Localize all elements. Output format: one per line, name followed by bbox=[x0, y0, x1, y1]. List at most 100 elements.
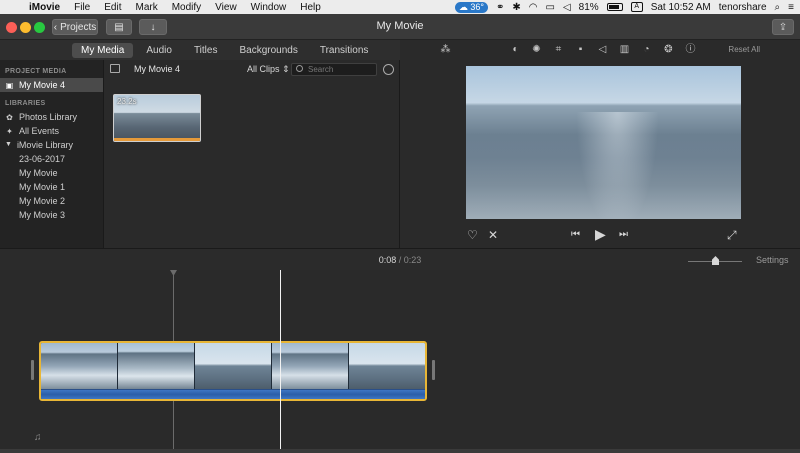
speed-icon[interactable]: ◔ bbox=[641, 44, 652, 55]
share-button[interactable]: ⇪ bbox=[772, 19, 794, 35]
photos-icon: ✿ bbox=[6, 112, 13, 122]
clip-frame bbox=[41, 343, 118, 389]
menu-edit[interactable]: Edit bbox=[97, 2, 128, 13]
skip-forward-icon[interactable]: ⏭ bbox=[619, 228, 628, 242]
input-source-icon[interactable]: A bbox=[630, 2, 643, 12]
playhead[interactable] bbox=[280, 270, 281, 453]
status-tray: ☁ 36° ⚭ ✱ ◠ ▭ ◁ 81% A Sat 10:52 AM tenor… bbox=[454, 1, 800, 13]
menu-file[interactable]: File bbox=[67, 2, 97, 13]
wifi-icon[interactable]: ◠ bbox=[529, 2, 538, 13]
spotlight-icon[interactable]: ⌕ bbox=[775, 2, 781, 13]
sidebar-item-label: iMovie Library bbox=[16, 140, 73, 150]
volume-icon[interactable]: ◁ bbox=[597, 44, 608, 55]
skip-back-icon[interactable]: ⏮ bbox=[571, 228, 580, 242]
video-preview[interactable] bbox=[466, 66, 741, 219]
fullscreen-icon[interactable]: ⤢ bbox=[727, 228, 737, 242]
sidebar-item-all-events[interactable]: ✦ All Events bbox=[0, 124, 103, 138]
color-correction-icon[interactable]: ✺ bbox=[531, 44, 542, 55]
menu-view[interactable]: View bbox=[208, 2, 244, 13]
media-clip-thumbnail[interactable]: 23.2s bbox=[113, 94, 201, 142]
clip-filter-icon[interactable]: ❂ bbox=[663, 44, 674, 55]
search-placeholder: Search bbox=[308, 65, 334, 74]
cloud-weather-badge[interactable]: ☁ 36° bbox=[454, 1, 488, 13]
sidebar-item-event[interactable]: 23-06-2017 bbox=[0, 152, 103, 166]
project-media-heading: PROJECT MEDIA bbox=[5, 68, 67, 75]
clip-trim-left-handle[interactable] bbox=[31, 360, 34, 380]
sidebar-item-event[interactable]: My Movie 3 bbox=[0, 208, 103, 222]
clip-filter-label: All Clips bbox=[247, 63, 280, 74]
search-input[interactable]: Search bbox=[291, 63, 377, 76]
disclosure-triangle-icon[interactable]: ▼ bbox=[5, 138, 12, 152]
battery-icon bbox=[606, 3, 623, 11]
tab-backgrounds[interactable]: Backgrounds bbox=[230, 43, 306, 58]
clock[interactable]: Sat 10:52 AM bbox=[651, 2, 711, 13]
audio-waveform bbox=[41, 389, 425, 399]
stabilization-icon[interactable]: ▪ bbox=[575, 44, 586, 55]
tab-titles[interactable]: Titles bbox=[185, 43, 227, 58]
timeline[interactable]: ♫ bbox=[0, 270, 800, 453]
timeline-scrollbar[interactable] bbox=[0, 449, 800, 453]
notification-center-icon[interactable]: ≡ bbox=[788, 2, 794, 13]
timeline-settings-button[interactable]: Settings bbox=[756, 255, 789, 265]
total-time: 0:23 bbox=[403, 255, 422, 265]
clip-frame bbox=[272, 343, 349, 389]
color-balance-icon[interactable]: ◐ bbox=[510, 44, 521, 55]
menu-modify[interactable]: Modify bbox=[165, 2, 208, 13]
window-toolbar: ‹ Projects ▤ ↓ My Movie ⇪ bbox=[0, 14, 800, 40]
clip-trim-right-handle[interactable] bbox=[432, 360, 435, 380]
filter-clock-icon[interactable] bbox=[383, 64, 394, 75]
tab-audio[interactable]: Audio bbox=[137, 43, 181, 58]
link-icon[interactable]: ⚭ bbox=[496, 2, 504, 13]
menu-app-name[interactable]: iMovie bbox=[22, 2, 67, 13]
browser-tabs: My Media Audio Titles Backgrounds Transi… bbox=[0, 40, 400, 60]
sidebar-item-imovie-library[interactable]: ▼ iMovie Library bbox=[0, 138, 103, 152]
updown-chevron-icon: ⇕ bbox=[282, 63, 290, 74]
adjustments-toolbar: ⁂ ◐ ✺ ⌗ ▪ ◁ ▥ ◔ ❂ ⓘ Reset All bbox=[400, 40, 800, 60]
sidebar-toggle-icon[interactable] bbox=[110, 64, 120, 73]
viewer-panel: ⁂ ◐ ✺ ⌗ ▪ ◁ ▥ ◔ ❂ ⓘ Reset All ♡ ✕ ⏮ ▶ ⏭ … bbox=[400, 40, 800, 248]
menu-mark[interactable]: Mark bbox=[128, 2, 164, 13]
film-icon: ▣ bbox=[5, 80, 14, 90]
timeline-header: 0:08 / 0:23 Settings bbox=[0, 248, 800, 270]
crop-icon[interactable]: ⌗ bbox=[553, 44, 564, 55]
sidebar-item-project[interactable]: ▣ My Movie 4 bbox=[0, 78, 103, 92]
star-icon: ✦ bbox=[6, 126, 13, 136]
clip-frame bbox=[349, 343, 425, 389]
library-sidebar: PROJECT MEDIA ▣ My Movie 4 LIBRARIES ✿ P… bbox=[0, 60, 104, 248]
weather-temp: 36° bbox=[470, 1, 484, 12]
music-note-icon: ♫ bbox=[34, 432, 42, 443]
sidebar-item-photos-library[interactable]: ✿ Photos Library bbox=[0, 110, 103, 124]
noise-reduction-icon[interactable]: ▥ bbox=[619, 44, 630, 55]
reject-icon[interactable]: ✕ bbox=[488, 228, 498, 242]
browser-header: My Movie 4 All Clips ⇕ Search bbox=[104, 60, 399, 78]
reset-all-button[interactable]: Reset All bbox=[728, 45, 760, 54]
clip-used-bar bbox=[114, 138, 200, 141]
sidebar-item-event[interactable]: My Movie 1 bbox=[0, 180, 103, 194]
user-name[interactable]: tenorshare bbox=[719, 2, 767, 13]
sidebar-item-label: All Events bbox=[19, 126, 60, 136]
play-icon[interactable]: ▶ bbox=[595, 227, 606, 241]
menu-bar: iMovie File Edit Mark Modify View Window… bbox=[0, 0, 800, 14]
window-title: My Movie bbox=[376, 20, 424, 32]
airplay-icon[interactable]: ▭ bbox=[546, 2, 555, 13]
info-icon[interactable]: ⓘ bbox=[685, 44, 696, 55]
time-separator: / bbox=[398, 255, 402, 265]
tab-transitions[interactable]: Transitions bbox=[311, 43, 378, 58]
volume-tray-icon[interactable]: ◁ bbox=[563, 2, 571, 13]
library-name: My Movie 4 bbox=[134, 64, 181, 74]
menu-window[interactable]: Window bbox=[244, 2, 294, 13]
tab-my-media[interactable]: My Media bbox=[72, 42, 134, 58]
magic-wand-icon[interactable]: ⁂ bbox=[440, 44, 451, 55]
bluetooth-icon[interactable]: ✱ bbox=[512, 2, 520, 13]
battery-percent[interactable]: 81% bbox=[579, 2, 599, 13]
sidebar-item-event[interactable]: My Movie 2 bbox=[0, 194, 103, 208]
favorite-heart-icon[interactable]: ♡ bbox=[467, 228, 478, 242]
menu-help[interactable]: Help bbox=[293, 2, 328, 13]
share-icon: ⇪ bbox=[778, 21, 788, 33]
clip-filmstrip bbox=[41, 343, 425, 389]
current-time: 0:08 bbox=[378, 255, 397, 265]
clip-filter-select[interactable]: All Clips ⇕ bbox=[247, 64, 290, 75]
sidebar-item-label: Photos Library bbox=[19, 112, 78, 122]
timeline-clip[interactable] bbox=[39, 341, 427, 401]
sidebar-item-event[interactable]: My Movie bbox=[0, 166, 103, 180]
